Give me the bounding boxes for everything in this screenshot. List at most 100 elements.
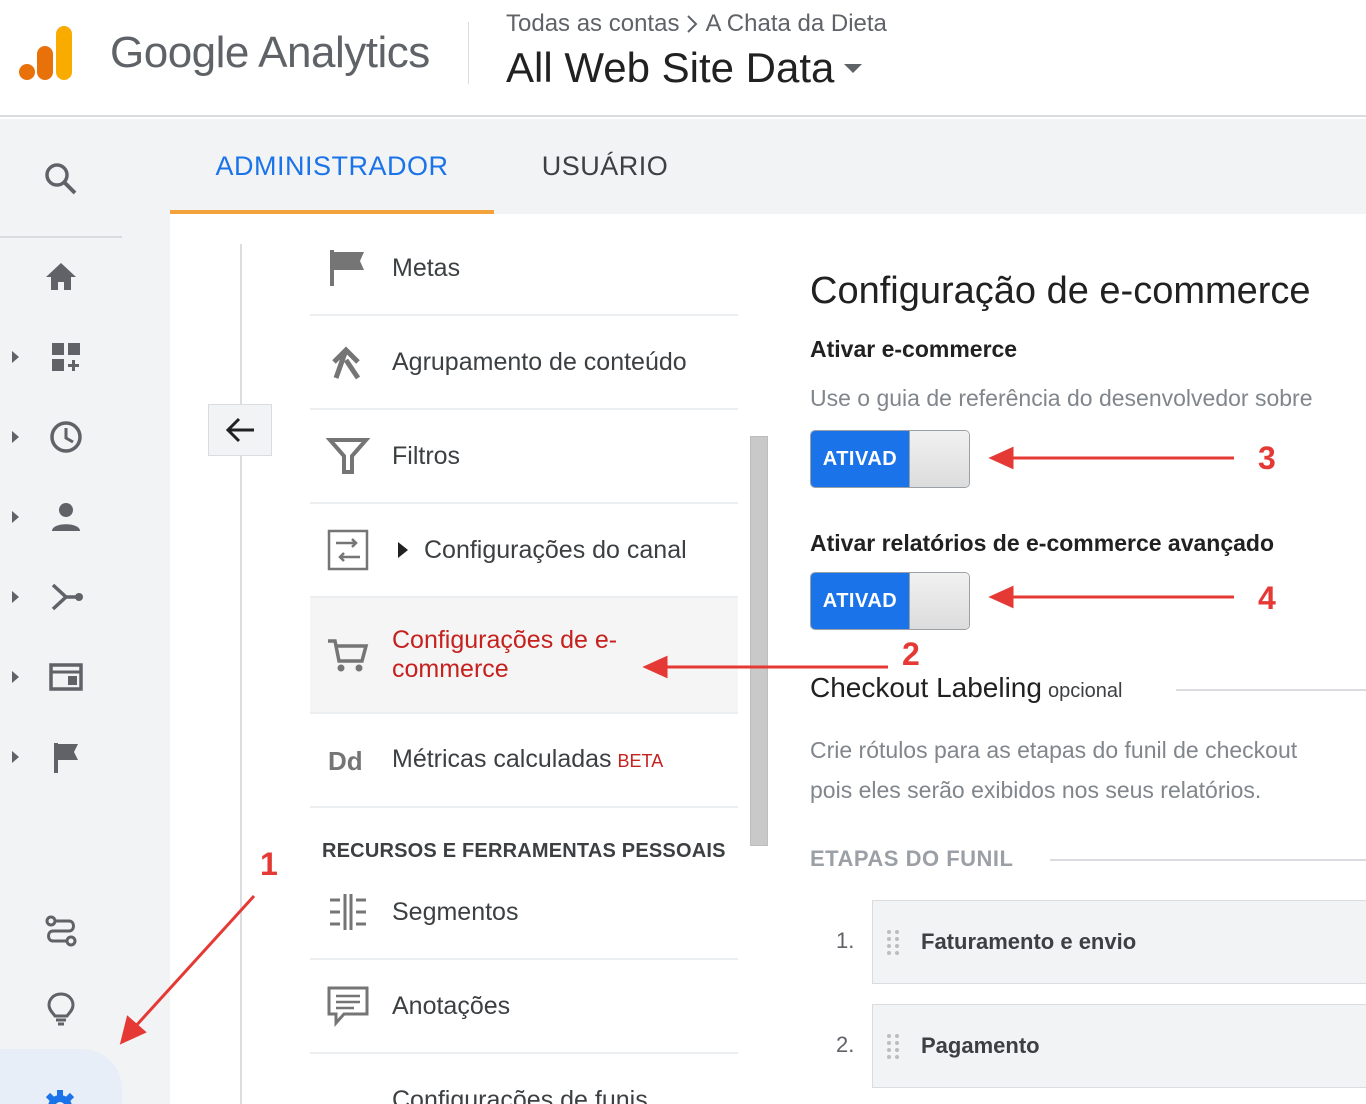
breadcrumb[interactable]: Todas as contas A Chata da Dieta bbox=[506, 10, 887, 38]
nav-label: Filtros bbox=[392, 441, 461, 470]
enable-ecommerce-toggle[interactable]: ATIVAD bbox=[810, 430, 970, 488]
rail-attribution[interactable] bbox=[0, 901, 122, 961]
rail-discover[interactable] bbox=[0, 979, 122, 1039]
enable-enhanced-ecommerce-toggle[interactable]: ATIVAD bbox=[810, 572, 970, 630]
nav-label: Segmentos bbox=[392, 897, 519, 926]
rail-admin[interactable] bbox=[0, 1049, 122, 1104]
nav-item-funnel-settings[interactable]: Configurações de funis bbox=[310, 1054, 738, 1104]
drag-handle-icon[interactable] bbox=[885, 1032, 901, 1060]
expand-arrow-icon bbox=[12, 431, 19, 443]
expand-arrow-icon bbox=[398, 542, 408, 558]
content-grouping-icon bbox=[332, 346, 361, 380]
enable-enhanced-ecommerce-label: Ativar relatórios de e-commerce avançado bbox=[810, 530, 1275, 556]
expand-arrow-icon bbox=[12, 671, 19, 683]
segments-icon bbox=[330, 894, 366, 930]
view-name: All Web Site Data bbox=[506, 44, 835, 91]
toggle-knob bbox=[909, 573, 969, 629]
channel-settings-icon bbox=[327, 529, 369, 571]
header-divider bbox=[468, 22, 469, 84]
rail-conversions[interactable] bbox=[0, 727, 122, 787]
nav-label-text: Métricas calculadas bbox=[392, 744, 612, 773]
funnel-step-input[interactable]: Faturamento e envio bbox=[872, 900, 1366, 984]
nav-item-segments[interactable]: Segmentos bbox=[310, 866, 738, 960]
rail-realtime[interactable] bbox=[0, 407, 122, 467]
rail-divider bbox=[0, 236, 122, 238]
flag-icon bbox=[330, 250, 364, 286]
nav-label: Anotações bbox=[392, 991, 511, 1020]
nav-label: Configurações do canal bbox=[424, 535, 687, 564]
nav-label: Configurações de e-commerce bbox=[392, 626, 618, 683]
caret-down-icon bbox=[844, 63, 863, 73]
nav-label: Métricas calculadas BETA bbox=[392, 745, 663, 776]
search-icon bbox=[45, 163, 77, 195]
admin-tabs: ADMINISTRADOR USUÁRIO bbox=[170, 119, 1366, 214]
calculated-metrics-icon: Dd bbox=[328, 746, 363, 776]
funnel-steps-heading: ETAPAS DO FUNIL bbox=[810, 846, 1014, 871]
toggle-on-label: ATIVAD bbox=[811, 573, 909, 629]
left-nav-rail bbox=[0, 119, 170, 1104]
svg-text:Dd: Dd bbox=[328, 746, 363, 776]
nav-label: Configurações de funis bbox=[392, 1085, 648, 1104]
expand-arrow-icon bbox=[12, 751, 19, 763]
acquisition-icon bbox=[51, 583, 83, 611]
expand-arrow-icon bbox=[12, 351, 19, 363]
app-header: Google Analytics Todas as contas A Chata… bbox=[0, 0, 1366, 117]
rail-home[interactable] bbox=[0, 247, 122, 307]
step-label: Pagamento bbox=[921, 1033, 1040, 1058]
nav-item-channel-settings[interactable]: Configurações do canal bbox=[310, 504, 738, 598]
optional-tag: opcional bbox=[1047, 680, 1123, 702]
dashboard-add-icon bbox=[52, 343, 80, 371]
rail-audience[interactable] bbox=[0, 487, 122, 547]
checkout-labeling-title: Checkout Labeling opcional bbox=[810, 672, 1122, 704]
clock-icon bbox=[50, 421, 82, 453]
section-heading: RECURSOS E FERRAMENTAS PESSOAIS bbox=[322, 840, 726, 862]
cart-icon bbox=[328, 639, 369, 672]
annotation-number-1: 1 bbox=[260, 846, 278, 882]
drag-handle-icon[interactable] bbox=[885, 928, 901, 956]
nav-item-content-grouping[interactable]: Agrupamento de conteúdo bbox=[310, 316, 738, 410]
checkout-help-line-1: Crie rótulos para as etapas do funil de … bbox=[810, 737, 1298, 763]
nav-item-ecommerce-settings[interactable]: Configurações de e-commerce bbox=[310, 598, 738, 714]
expand-arrow-icon bbox=[12, 591, 19, 603]
breadcrumb-property[interactable]: A Chata da Dieta bbox=[705, 10, 886, 38]
checkout-help-line-2: pois eles serão exibidos nos seus relató… bbox=[810, 777, 1262, 803]
annotation-number-2: 2 bbox=[902, 636, 920, 672]
annotation-number-4: 4 bbox=[1258, 580, 1276, 616]
admin-content: Metas Agrupamento de conteúdo Filtros Co… bbox=[170, 214, 1366, 1104]
filter-icon bbox=[326, 438, 370, 474]
arrow-left-icon bbox=[225, 417, 254, 443]
toggle-on-label: ATIVAD bbox=[811, 431, 909, 487]
rail-search[interactable] bbox=[0, 149, 122, 209]
nav-label: Metas bbox=[392, 253, 461, 282]
nav-item-filters[interactable]: Filtros bbox=[310, 410, 738, 504]
analytics-admin-page: Google Analytics Todas as contas A Chata… bbox=[0, 0, 1366, 1104]
funnel-settings-icon bbox=[326, 1078, 370, 1104]
tab-user[interactable]: USUÁRIO bbox=[530, 119, 680, 214]
brand-name: Google Analytics bbox=[110, 28, 430, 77]
step-number: 2. bbox=[836, 1032, 855, 1057]
lightbulb-icon bbox=[47, 992, 75, 1026]
rail-behavior[interactable] bbox=[0, 647, 122, 707]
beta-badge: BETA bbox=[617, 750, 664, 771]
rail-acquisition[interactable] bbox=[0, 567, 122, 627]
view-selector[interactable]: All Web Site Data bbox=[506, 44, 863, 92]
funnel-step-input[interactable]: Pagamento bbox=[872, 1004, 1366, 1088]
home-icon bbox=[46, 263, 76, 290]
chevron-right-icon bbox=[687, 15, 698, 33]
nav-scrollbar[interactable] bbox=[750, 436, 768, 846]
nav-item-annotations[interactable]: Anotações bbox=[310, 960, 738, 1054]
person-icon bbox=[52, 503, 80, 531]
section-rule bbox=[1050, 859, 1366, 861]
collapse-back-button[interactable] bbox=[208, 404, 272, 456]
flag-icon bbox=[54, 743, 78, 773]
nav-item-calculated-metrics[interactable]: Dd Métricas calculadas BETA bbox=[310, 714, 738, 808]
column-divider bbox=[240, 244, 242, 1104]
toggle-knob bbox=[909, 431, 969, 487]
nav-label: Agrupamento de conteúdo bbox=[392, 347, 687, 376]
step-number: 1. bbox=[836, 928, 855, 953]
tab-admin[interactable]: ADMINISTRADOR bbox=[170, 119, 494, 214]
nav-item-goals[interactable]: Metas bbox=[310, 222, 738, 316]
breadcrumb-account[interactable]: Todas as contas bbox=[506, 10, 679, 38]
rail-customization[interactable] bbox=[0, 327, 122, 387]
page-title: Configuração de e-commerce bbox=[810, 270, 1311, 312]
